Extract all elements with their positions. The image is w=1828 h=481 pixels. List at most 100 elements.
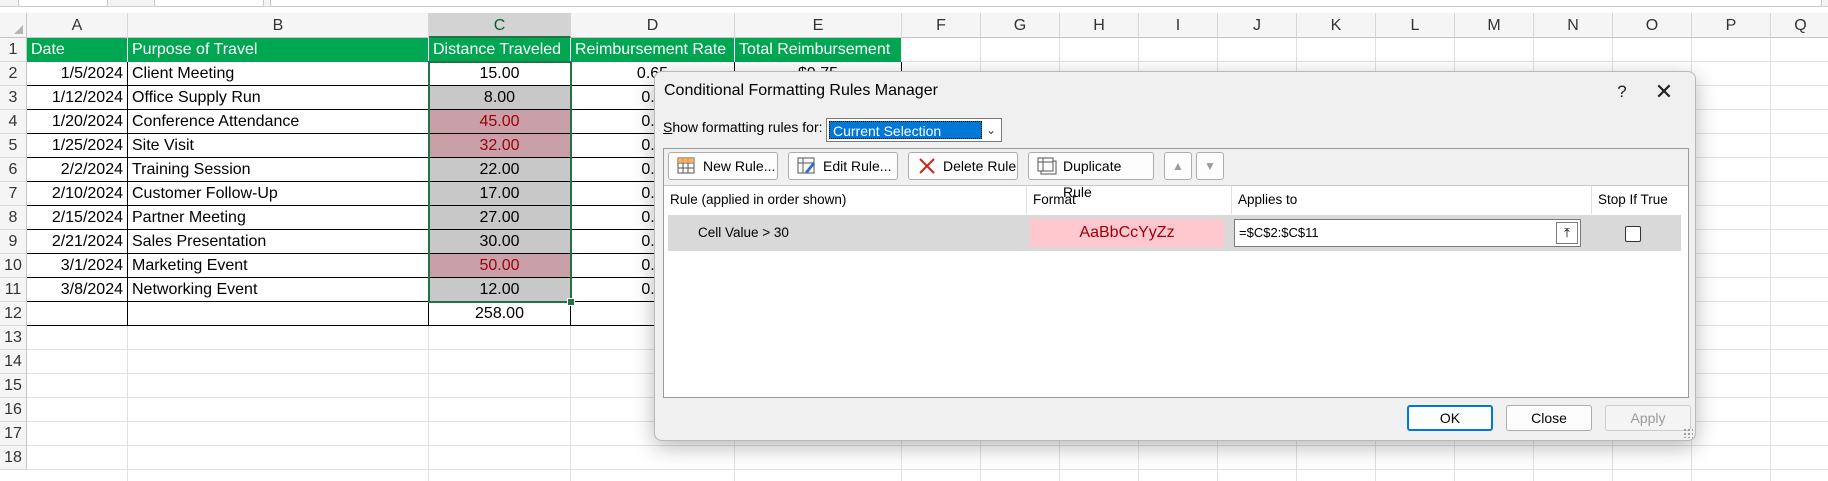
move-up-button[interactable]: ▲ xyxy=(1164,152,1192,180)
purpose-cell[interactable]: Site Visit xyxy=(128,134,429,158)
column-header-p[interactable]: P xyxy=(1692,13,1771,38)
column-header-i[interactable]: I xyxy=(1139,13,1218,38)
distance-cell[interactable]: 22.00 xyxy=(429,158,571,182)
column-header-n[interactable]: N xyxy=(1534,13,1613,38)
date-cell[interactable]: 2/2/2024 xyxy=(27,158,128,182)
applies-to-column-header: Applies to xyxy=(1232,186,1592,214)
date-cell[interactable]: 1/20/2024 xyxy=(27,110,128,134)
row-header-16[interactable]: 16 xyxy=(0,398,27,422)
row-header-3[interactable]: 3 xyxy=(0,86,27,110)
purpose-cell[interactable]: Sales Presentation xyxy=(128,230,429,254)
new-rule-button[interactable]: New Rule... xyxy=(668,152,778,180)
purpose-cell[interactable]: Client Meeting xyxy=(128,62,429,86)
collapse-range-icon[interactable]: ⤒ xyxy=(1556,222,1578,244)
delete-rule-label: Delete Rule xyxy=(943,158,1017,174)
column-header-q[interactable]: Q xyxy=(1771,13,1828,38)
date-cell[interactable]: 1/25/2024 xyxy=(27,134,128,158)
row-header-9[interactable]: 9 xyxy=(0,230,27,254)
move-down-button[interactable]: ▼ xyxy=(1196,152,1224,180)
row-header-6[interactable]: 6 xyxy=(0,158,27,182)
row-header-17[interactable]: 17 xyxy=(0,422,27,446)
column-header-f[interactable]: F xyxy=(902,13,981,38)
header-cell[interactable]: Total Reimbursement xyxy=(735,38,902,62)
purpose-cell[interactable]: Marketing Event xyxy=(128,254,429,278)
header-cell[interactable]: Purpose of Travel xyxy=(128,38,429,62)
column-header-o[interactable]: O xyxy=(1613,13,1692,38)
column-header-b[interactable]: B xyxy=(128,13,429,38)
date-cell[interactable]: 3/1/2024 xyxy=(27,254,128,278)
apply-button[interactable]: Apply xyxy=(1605,405,1691,431)
row-header-10[interactable]: 10 xyxy=(0,254,27,278)
date-cell[interactable]: 2/10/2024 xyxy=(27,182,128,206)
select-all-corner[interactable] xyxy=(0,13,27,38)
purpose-cell[interactable]: Customer Follow-Up xyxy=(128,182,429,206)
distance-cell[interactable]: 17.00 xyxy=(429,182,571,206)
column-header-k[interactable]: K xyxy=(1297,13,1376,38)
date-cell[interactable]: 1/12/2024 xyxy=(27,86,128,110)
row-header-2[interactable]: 2 xyxy=(0,62,27,86)
distance-cell[interactable]: 8.00 xyxy=(429,86,571,110)
column-header-l[interactable]: L xyxy=(1376,13,1455,38)
show-rules-dropdown[interactable]: Current Selection ⌄ xyxy=(826,118,1002,142)
distance-cell[interactable]: 27.00 xyxy=(429,206,571,230)
column-header-h[interactable]: H xyxy=(1060,13,1139,38)
empty-cell[interactable] xyxy=(27,302,128,326)
ok-button[interactable]: OK xyxy=(1407,405,1493,431)
row-header-18[interactable]: 18 xyxy=(0,446,27,470)
distance-cell[interactable]: 30.00 xyxy=(429,230,571,254)
date-cell[interactable]: 3/8/2024 xyxy=(27,278,128,302)
row-header-5[interactable]: 5 xyxy=(0,134,27,158)
date-cell[interactable]: 2/15/2024 xyxy=(27,206,128,230)
column-header-m[interactable]: M xyxy=(1455,13,1534,38)
chevron-down-icon[interactable]: ⌄ xyxy=(983,121,999,139)
row-header-4[interactable]: 4 xyxy=(0,110,27,134)
show-label-text: how formatting rules for: xyxy=(672,119,823,135)
distance-cell[interactable]: 15.00 xyxy=(429,62,571,86)
header-cell[interactable]: Date xyxy=(27,38,128,62)
purpose-cell[interactable]: Partner Meeting xyxy=(128,206,429,230)
row-header-15[interactable]: 15 xyxy=(0,374,27,398)
distance-cell[interactable]: 32.00 xyxy=(429,134,571,158)
empty-cell[interactable] xyxy=(128,302,429,326)
distance-cell[interactable]: 50.00 xyxy=(429,254,571,278)
conditional-formatting-dialog: Conditional Formatting Rules Manager ? ✕… xyxy=(654,71,1696,441)
distance-cell[interactable]: 12.00 xyxy=(429,278,571,302)
column-header-e[interactable]: E xyxy=(735,13,902,38)
close-button[interactable]: Close xyxy=(1506,405,1592,431)
row-header-1[interactable]: 1 xyxy=(0,38,27,62)
rules-toolbar: New Rule... Edit Rule... Delete Rule Dup… xyxy=(664,149,1688,200)
purpose-cell[interactable]: Training Session xyxy=(128,158,429,182)
rule-row[interactable]: Cell Value > 30 AaBbCcYyZz =$C$2:$C$11 ⤒ xyxy=(668,215,1681,251)
date-cell[interactable]: 2/21/2024 xyxy=(27,230,128,254)
row-header-13[interactable]: 13 xyxy=(0,326,27,350)
purpose-cell[interactable]: Office Supply Run xyxy=(128,86,429,110)
date-cell[interactable]: 1/5/2024 xyxy=(27,62,128,86)
fill-handle[interactable] xyxy=(567,298,575,306)
applies-to-field[interactable]: =$C$2:$C$11 ⤒ xyxy=(1234,219,1581,247)
edit-rule-button[interactable]: Edit Rule... xyxy=(788,152,898,180)
header-cell[interactable]: Reimbursement Rate xyxy=(571,38,735,62)
row-header-11[interactable]: 11 xyxy=(0,278,27,302)
delete-rule-button[interactable]: Delete Rule xyxy=(908,152,1018,180)
header-cell[interactable]: Distance Traveled xyxy=(429,38,571,62)
row-header-12[interactable]: 12 xyxy=(0,302,27,326)
column-header-g[interactable]: G xyxy=(981,13,1060,38)
purpose-cell[interactable]: Networking Event xyxy=(128,278,429,302)
duplicate-rule-button[interactable]: Duplicate Rule xyxy=(1028,152,1154,200)
distance-cell[interactable]: 45.00 xyxy=(429,110,571,134)
total-distance-cell[interactable]: 258.00 xyxy=(429,302,571,326)
show-label-accel: S xyxy=(663,119,673,135)
column-header-j[interactable]: J xyxy=(1218,13,1297,38)
purpose-cell[interactable]: Conference Attendance xyxy=(128,110,429,134)
resize-grip[interactable] xyxy=(1683,428,1693,438)
column-header-d[interactable]: D xyxy=(571,13,735,38)
row-header-8[interactable]: 8 xyxy=(0,206,27,230)
close-icon[interactable]: ✕ xyxy=(1647,78,1681,106)
row-header-7[interactable]: 7 xyxy=(0,182,27,206)
help-button[interactable]: ? xyxy=(1607,78,1637,106)
stop-if-true-checkbox[interactable] xyxy=(1625,226,1641,242)
column-header-a[interactable]: A xyxy=(27,13,128,38)
column-header-c[interactable]: C xyxy=(429,13,571,38)
stop-if-true-column-header: Stop If True xyxy=(1598,192,1668,207)
row-header-14[interactable]: 14 xyxy=(0,350,27,374)
